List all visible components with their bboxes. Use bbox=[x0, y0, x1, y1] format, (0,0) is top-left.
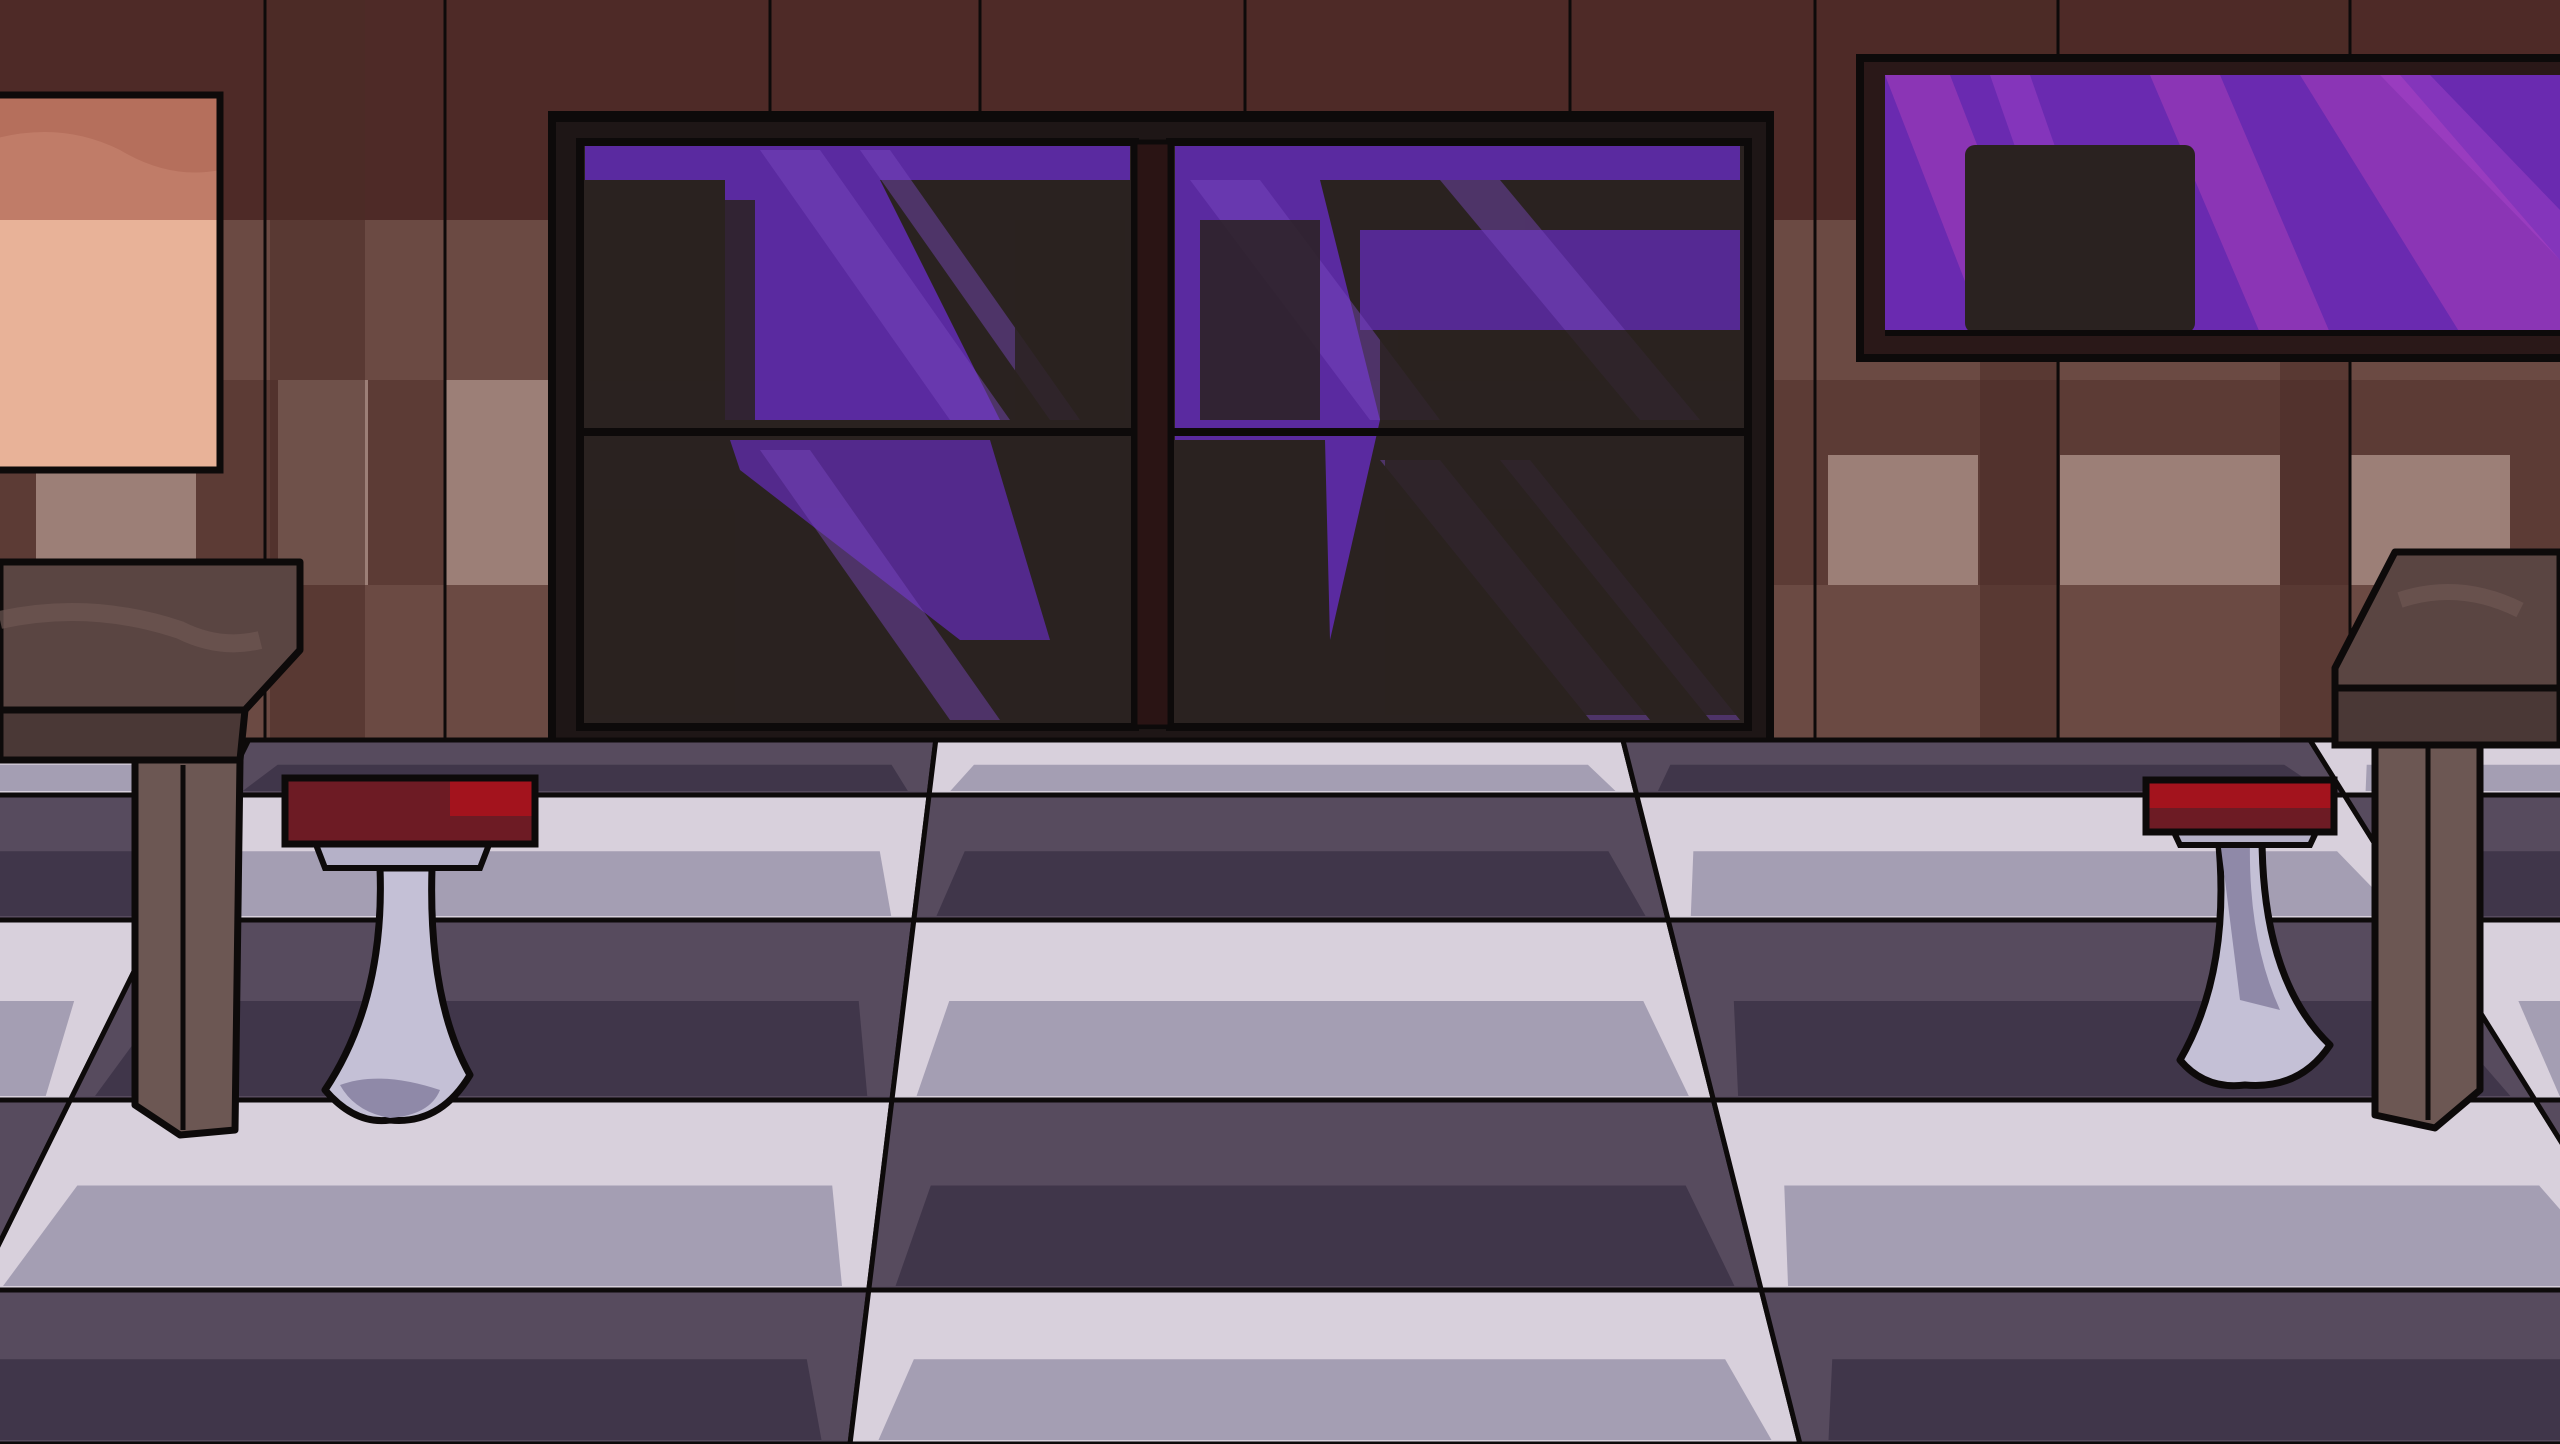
floor-tile-shade bbox=[182, 851, 892, 916]
floor-tile-shade bbox=[936, 851, 1646, 916]
floor-tile-shade bbox=[1690, 851, 2400, 916]
scene-canvas bbox=[0, 0, 2560, 1444]
double-glass-doors[interactable] bbox=[548, 111, 1774, 749]
floor-tile-shade bbox=[878, 1359, 1772, 1440]
floor-tile-shade bbox=[950, 764, 1616, 791]
floor-tile-shade bbox=[0, 1359, 822, 1440]
purple-window bbox=[1856, 54, 2560, 362]
floor-tile-shade bbox=[1784, 1185, 2560, 1286]
door-center-post bbox=[1132, 139, 1173, 730]
wall-poster bbox=[0, 91, 224, 474]
floor-tile-shade bbox=[1828, 1359, 2560, 1440]
floor-tile-shade bbox=[3, 1185, 842, 1286]
floor-tile-shade bbox=[916, 1001, 1689, 1096]
floor-tile-shade bbox=[895, 1185, 1735, 1286]
diner-scene bbox=[0, 0, 2560, 1444]
floor-tile-shade bbox=[0, 851, 152, 916]
